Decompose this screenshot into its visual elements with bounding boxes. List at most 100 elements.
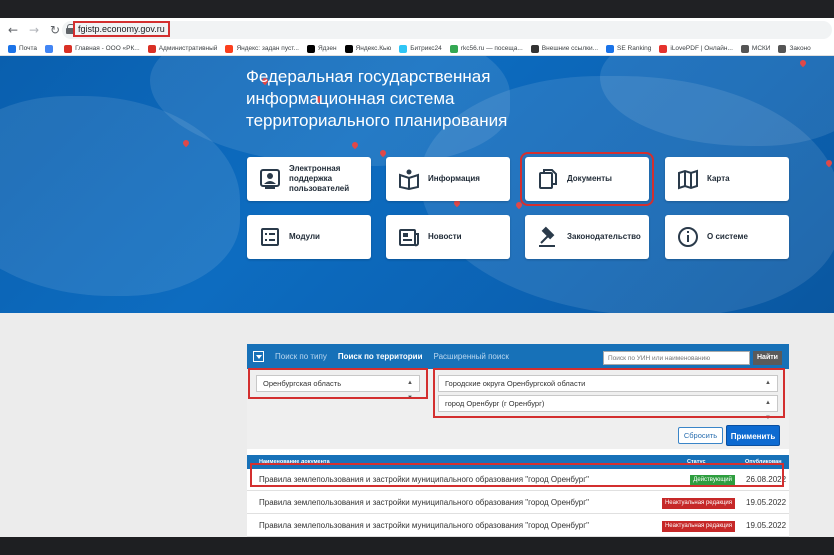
url-text[interactable]: fgistp.economy.gov.ru (73, 21, 170, 37)
tab-search-by-territory[interactable]: Поиск по территории (338, 352, 423, 361)
document-name-link[interactable]: Правила землепользования и застройки мун… (259, 521, 589, 530)
status-badge: Неактуальная редакция (661, 521, 735, 532)
tile-label: Информация (428, 174, 480, 183)
bookmark-item[interactable]: Яндекс: задан пуст... (225, 44, 299, 53)
tile-legislation[interactable]: Законодательство (525, 215, 649, 259)
hero-banner: Федеральная государственная информационн… (0, 56, 834, 313)
bookmark-label: Ядзен (317, 45, 337, 52)
hero-title-line: Федеральная государственная (246, 67, 491, 86)
search-panel: Поиск по типу Поиск по территории Расшир… (247, 344, 789, 537)
bookmark-label: Почта (19, 45, 38, 52)
tile-map[interactable]: Карта (665, 157, 789, 201)
yandex-icon (225, 44, 234, 53)
bookmark-item[interactable] (45, 44, 56, 53)
tile-label: О системе (707, 232, 748, 241)
bookmark-item[interactable]: SE Ranking (606, 44, 652, 53)
address-bar[interactable]: fgistp.economy.gov.ru (62, 21, 832, 39)
tile-label: Документы (567, 174, 612, 183)
published-date: 19.05.2022 (746, 521, 787, 530)
hero-title: Федеральная государственная информационн… (246, 66, 507, 132)
forward-arrow-icon[interactable]: → (26, 22, 42, 38)
support-icon (259, 168, 281, 190)
bookmarks-bar: Почта Главная - ООО «РК... Административны… (0, 42, 834, 56)
cloud-icon (64, 44, 73, 53)
b24-icon (399, 44, 408, 53)
bookmark-item[interactable]: Внешние ссылки... (530, 44, 599, 53)
bookmark-label: Яндекс.Кью (355, 45, 392, 52)
tile-label: Электронная поддержка пользователей (289, 164, 350, 193)
tile-documents[interactable]: Документы (520, 152, 654, 206)
search-tabs: Поиск по типу Поиск по территории Расшир… (247, 344, 789, 369)
highlight-box (433, 368, 785, 418)
heart-icon (659, 44, 668, 53)
tile-label: Карта (707, 174, 730, 183)
bookmark-label: SE Ranking (617, 45, 652, 52)
status-badge: Неактуальная редакция (661, 498, 735, 509)
bookmark-label: Законо (789, 45, 811, 52)
hero-title-line: территориального планирования (246, 111, 508, 130)
bookmark-item[interactable]: Почта (8, 44, 38, 53)
gavel-icon (537, 226, 559, 248)
window-top-strip (0, 0, 834, 18)
find-button[interactable]: Найти (753, 351, 782, 365)
uin-search-input[interactable] (603, 351, 750, 365)
chrome-icon (45, 44, 54, 53)
zen-icon (306, 44, 315, 53)
q-icon (344, 44, 353, 53)
link-icon (530, 44, 539, 53)
bookmark-label: МСКИ (751, 45, 771, 52)
bookmark-item[interactable]: rkc56.ru — посеща... (449, 44, 523, 53)
highlight-box (250, 463, 784, 487)
about-icon (677, 226, 699, 248)
reload-icon[interactable]: ↻ (47, 22, 63, 38)
doc-icon (778, 44, 787, 53)
bookmark-label: Внешние ссылки... (541, 45, 599, 52)
bookmark-item[interactable]: МСКИ (740, 44, 771, 53)
tile-label: Законодательство (567, 232, 641, 241)
tile-support[interactable]: Электронная поддержка пользователей (247, 157, 371, 201)
mski-icon (740, 44, 749, 53)
cloud-icon (147, 44, 156, 53)
documents-icon (537, 168, 559, 190)
published-date: 19.05.2022 (746, 498, 787, 507)
table-row[interactable]: Правила землепользования и застройки мун… (247, 492, 789, 514)
tab-advanced-search[interactable]: Расширенный поиск (434, 352, 509, 361)
browser-toolbar: ← → ↻ fgistp.economy.gov.ru (0, 18, 834, 42)
bookmark-item[interactable]: Административный (147, 44, 218, 53)
chart-icon (606, 44, 615, 53)
bookmark-label: iLovePDF | Онлайн... (670, 45, 733, 52)
table-row[interactable]: Правила землепользования и застройки мун… (247, 515, 789, 537)
search-section: Поиск по типу Поиск по территории Расшир… (0, 313, 834, 537)
highlight-box (248, 368, 428, 399)
reset-button[interactable]: Сбросить (678, 427, 723, 444)
tile-label: Модули (289, 232, 320, 241)
tile-information[interactable]: Информация (386, 157, 510, 201)
collapse-toggle-icon[interactable] (253, 351, 264, 362)
bookmark-item[interactable]: Яндекс.Кью (344, 44, 392, 53)
window-bottom-strip (0, 537, 834, 555)
news-icon (398, 226, 420, 248)
apply-button[interactable]: Применить (726, 425, 780, 446)
bookmark-item[interactable]: Законо (778, 44, 811, 53)
document-name-link[interactable]: Правила землепользования и застройки мун… (259, 498, 589, 507)
tab-search-by-type[interactable]: Поиск по типу (275, 352, 327, 361)
bookmark-label: Административный (158, 45, 218, 52)
map-icon (677, 168, 699, 190)
bookmark-label: Яндекс: задан пуст... (236, 45, 299, 52)
info-book-icon (398, 168, 420, 191)
hero-title-line: информационная система (246, 89, 455, 108)
bookmark-item[interactable]: Ядзен (306, 44, 337, 53)
bookmark-label: Битрикс24 (410, 45, 442, 52)
back-arrow-icon[interactable]: ← (5, 22, 21, 38)
bookmark-item[interactable]: Битрикс24 (399, 44, 442, 53)
bookmark-item[interactable]: iLovePDF | Онлайн... (659, 44, 733, 53)
tile-about[interactable]: О системе (665, 215, 789, 259)
tile-news[interactable]: Новости (386, 215, 510, 259)
tile-modules[interactable]: Модули (247, 215, 371, 259)
mail-icon (8, 44, 16, 53)
bookmark-label: Главная - ООО «РК... (75, 45, 140, 52)
bookmark-item[interactable]: Главная - ООО «РК... (64, 44, 140, 53)
tile-label: Новости (428, 232, 462, 241)
modules-icon (259, 226, 281, 248)
google-icon (449, 44, 458, 53)
